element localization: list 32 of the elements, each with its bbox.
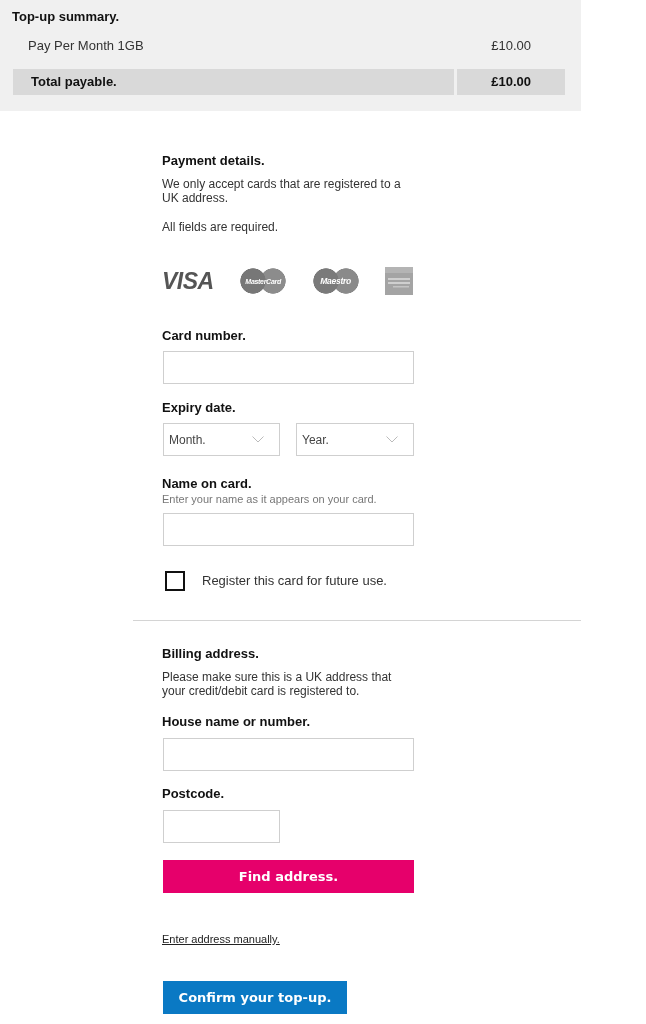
dropdown-field[interactable]: Year. bbox=[296, 423, 414, 456]
field-hint: Enter your name as it appears on your card. bbox=[162, 493, 377, 506]
manual-address-link[interactable]: Enter address manually. bbox=[162, 932, 280, 946]
field-label: Expiry date. bbox=[162, 400, 236, 416]
info-text: Please make sure this is a UK address that your credit/debit card is registered to. bbox=[162, 670, 393, 698]
total-amount-cell: £10.00 bbox=[457, 69, 565, 95]
field-label: Card number. bbox=[162, 328, 246, 344]
input-field[interactable] bbox=[163, 513, 414, 546]
field-label: Name on card. bbox=[162, 476, 252, 492]
item-price: £10.00 bbox=[491, 37, 531, 55]
dropdown-field[interactable]: Month. bbox=[163, 423, 280, 456]
chevron-down-icon bbox=[386, 436, 398, 443]
item-name: Pay Per Month 1GB bbox=[28, 37, 144, 55]
field-label: House name or number. bbox=[162, 714, 311, 730]
chevron-down-icon bbox=[252, 436, 264, 443]
info-text: All fields are required. bbox=[162, 220, 280, 234]
info-text: We only accept cards that are registered to a UK address. bbox=[162, 177, 402, 205]
confirm-button[interactable]: Confirm your top-up. bbox=[163, 981, 347, 1014]
checkbox[interactable] bbox=[165, 571, 185, 591]
section-heading: Payment details. bbox=[162, 153, 265, 169]
summary-title: Top-up summary. bbox=[12, 9, 120, 25]
checkbox-label: Register this card for future use. bbox=[202, 573, 387, 589]
input-field[interactable] bbox=[163, 351, 414, 384]
card-brand-logo: Maestro bbox=[312, 268, 359, 294]
section-heading: Billing address. bbox=[162, 646, 259, 662]
input-field[interactable] bbox=[163, 810, 280, 843]
find-address-button[interactable]: Find address. bbox=[163, 860, 414, 893]
input-field[interactable] bbox=[163, 738, 414, 771]
card-logo-icon bbox=[385, 267, 413, 295]
card-brand-logo: VISA bbox=[162, 268, 214, 294]
field-label: Postcode. bbox=[162, 786, 225, 802]
total-label-cell: Total payable. bbox=[13, 69, 454, 95]
